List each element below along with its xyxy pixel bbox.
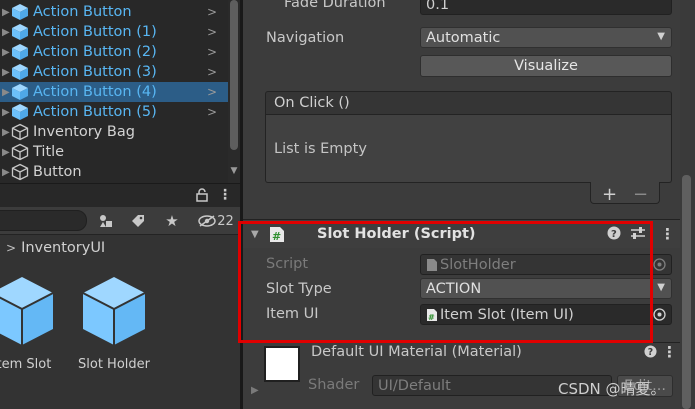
expand-arrow-icon[interactable]: ▶ [2, 147, 11, 158]
shader-label: Shader [308, 377, 360, 393]
expand-arrow-icon[interactable]: ▶ [2, 7, 11, 18]
scroll-down-arrow-icon[interactable]: ▼ [228, 166, 240, 180]
asset-slot-holder[interactable]: Slot Holder [69, 275, 159, 372]
breadcrumb[interactable]: > InventoryUI [6, 238, 105, 258]
shader-value: UI/Default [378, 377, 451, 394]
navigation-label: Navigation [266, 30, 345, 46]
expand-arrow-icon[interactable]: ▶ [2, 47, 11, 58]
remove-event-button[interactable]: − [633, 184, 648, 205]
hierarchy-item[interactable]: ▶ Inventory Bag [0, 122, 228, 142]
hierarchy-item-label: Title [33, 144, 65, 160]
fade-duration-field[interactable]: 0.1 [420, 0, 672, 15]
eye-slash-icon [198, 215, 216, 227]
material-title: Default UI Material (Material) [311, 344, 522, 360]
hierarchy-item-label: Action Button (4) [33, 84, 157, 100]
hierarchy-item[interactable]: ▶ Action Button (2) > [0, 42, 228, 62]
hierarchy-panel: ▶ Action Button > ▶ Action Button (1) > ▶ Actio… [0, 0, 240, 183]
open-prefab-arrow-icon[interactable]: > [207, 85, 217, 99]
object-picker-icon [653, 258, 666, 275]
hierarchy-item-label: Button [33, 164, 82, 180]
prefab-cube-icon [82, 277, 146, 345]
onclick-header-label: On Click () [274, 95, 350, 111]
hierarchy-item[interactable]: ▶ Action Button > [0, 2, 228, 22]
fade-duration-label: Fade Duration [284, 0, 386, 11]
object-picker-icon[interactable] [653, 308, 666, 325]
hierarchy-scrollbar-thumb[interactable] [230, 0, 238, 150]
material-menu-icon[interactable]: ⋮ [662, 343, 677, 361]
open-prefab-arrow-icon[interactable]: > [207, 25, 217, 39]
foldout-arrow-icon[interactable]: ▶ [251, 385, 259, 396]
onclick-list-footer [590, 182, 660, 204]
breadcrumb-folder: InventoryUI [21, 240, 106, 256]
label-tag-icon[interactable] [126, 210, 150, 232]
svg-text:?: ? [648, 347, 653, 358]
gameobject-cube-icon [11, 163, 29, 181]
filter-type-icon[interactable] [94, 210, 118, 232]
hierarchy-item[interactable]: ▶ Action Button (5) > [0, 102, 228, 122]
hierarchy-item[interactable]: ▶ Title [0, 142, 228, 162]
list-empty-text: List is Empty [274, 141, 367, 157]
kebab-menu-icon[interactable]: ⋮ [218, 187, 232, 203]
expand-arrow-icon[interactable]: ▶ [2, 67, 11, 78]
watermark: CSDN @晴夏。 [558, 380, 666, 398]
prefab-cube-icon [12, 64, 28, 80]
prefab-cube-icon [12, 44, 28, 60]
inspector-scrollbar-thumb[interactable] [682, 175, 691, 409]
prefab-cube-icon [12, 84, 28, 100]
dropdown-arrow-icon: ▼ [657, 31, 665, 42]
help-icon[interactable]: ? [644, 345, 657, 362]
dropdown-arrow-icon: ▼ [657, 282, 665, 293]
expand-arrow-icon[interactable]: ▶ [2, 127, 11, 138]
highlight-box [238, 221, 653, 343]
hierarchy-item-label: Action Button [33, 4, 132, 20]
hierarchy-item[interactable]: ▶ Button [0, 162, 228, 182]
gameobject-cube-icon [11, 143, 29, 161]
hierarchy-item[interactable]: ▶ Action Button (1) > [0, 22, 228, 42]
expand-arrow-icon[interactable]: ▶ [2, 87, 11, 98]
hierarchy-item-label: Action Button (3) [33, 64, 157, 80]
open-prefab-arrow-icon[interactable]: > [207, 65, 217, 79]
expand-arrow-icon[interactable]: ▶ [2, 27, 11, 38]
add-event-button[interactable]: + [602, 184, 617, 205]
hierarchy-item[interactable]: ▶ Action Button (4) > [0, 82, 228, 102]
material-preview-swatch [264, 346, 300, 382]
gameobject-cube-icon [11, 123, 29, 141]
asset-label: Item Slot [0, 357, 52, 372]
asset-item-slot[interactable]: Item Slot [0, 275, 67, 372]
expand-arrow-icon[interactable]: ▶ [2, 167, 11, 178]
open-prefab-arrow-icon[interactable]: > [207, 45, 217, 59]
project-search-input[interactable] [0, 210, 87, 231]
prefab-cube-icon [12, 24, 28, 40]
open-prefab-arrow-icon[interactable]: > [207, 105, 217, 119]
chevron-right-icon: > [6, 241, 17, 255]
hidden-count-toggle[interactable]: 22 [192, 210, 240, 232]
fade-duration-value: 0.1 [426, 0, 450, 13]
open-prefab-arrow-icon[interactable]: > [207, 5, 217, 19]
prefab-cube-icon [12, 4, 28, 20]
prefab-cube-icon [0, 277, 54, 345]
favorite-star-icon[interactable]: ★ [160, 210, 184, 232]
asset-label: Slot Holder [78, 357, 150, 372]
prefab-cube-icon [12, 104, 28, 120]
lock-icon[interactable] [196, 188, 208, 206]
hierarchy-item[interactable]: ▶ Action Button (3) > [0, 62, 228, 82]
hierarchy-item-label: Action Button (2) [33, 44, 157, 60]
navigation-dropdown[interactable]: Automatic ▼ [420, 27, 672, 48]
onclick-event-header: On Click () [265, 91, 672, 115]
expand-arrow-icon[interactable]: ▶ [2, 107, 11, 118]
component-menu-icon[interactable]: ⋮ [660, 225, 675, 243]
hierarchy-item-label: Action Button (1) [33, 24, 157, 40]
hidden-count: 22 [217, 213, 234, 229]
navigation-value: Automatic [426, 29, 501, 46]
hierarchy-item-label: Inventory Bag [33, 124, 135, 140]
hierarchy-item-label: Action Button (5) [33, 104, 157, 120]
visualize-label: Visualize [514, 58, 578, 74]
visualize-button[interactable]: Visualize [420, 55, 672, 77]
